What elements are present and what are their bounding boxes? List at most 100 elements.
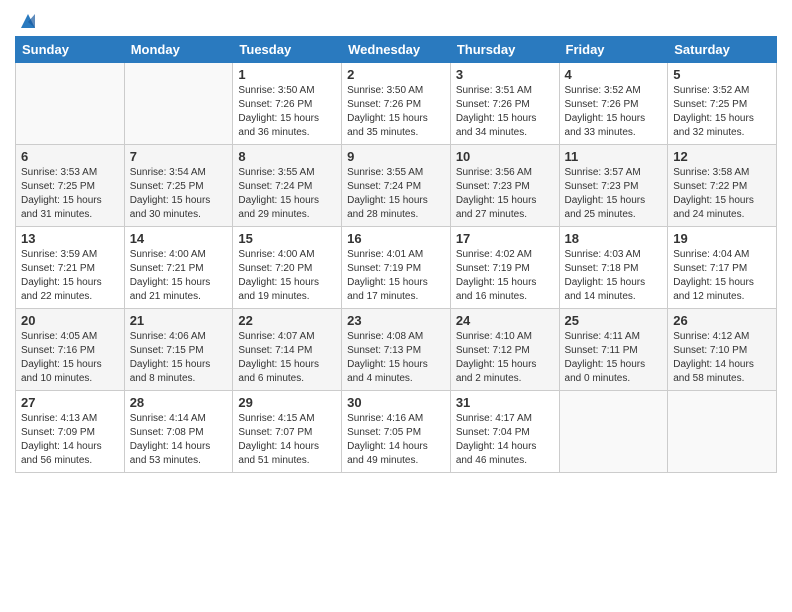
calendar-cell: 20 Sunrise: 4:05 AM Sunset: 7:16 PM Dayli… [16, 309, 125, 391]
day-number: 27 [21, 395, 119, 410]
header-friday: Friday [559, 37, 668, 63]
calendar-cell: 30 Sunrise: 4:16 AM Sunset: 7:05 PM Dayli… [342, 391, 451, 473]
day-info: Sunrise: 4:05 AM Sunset: 7:16 PM Dayligh… [21, 330, 119, 386]
day-info: Sunrise: 3:50 AM Sunset: 7:26 PM Dayligh… [347, 84, 445, 140]
day-number: 18 [565, 231, 663, 246]
calendar-cell [559, 391, 668, 473]
calendar-week-3: 13 Sunrise: 3:59 AM Sunset: 7:21 PM Dayli… [16, 227, 777, 309]
day-number: 3 [456, 67, 554, 82]
day-info: Sunrise: 3:53 AM Sunset: 7:25 PM Dayligh… [21, 166, 119, 222]
day-info: Sunrise: 4:00 AM Sunset: 7:21 PM Dayligh… [130, 248, 228, 304]
day-number: 7 [130, 149, 228, 164]
day-number: 20 [21, 313, 119, 328]
day-info: Sunrise: 4:03 AM Sunset: 7:18 PM Dayligh… [565, 248, 663, 304]
day-info: Sunrise: 3:56 AM Sunset: 7:23 PM Dayligh… [456, 166, 554, 222]
calendar-cell: 4 Sunrise: 3:52 AM Sunset: 7:26 PM Daylig… [559, 63, 668, 145]
calendar-header-row: SundayMondayTuesdayWednesdayThursdayFrid… [16, 37, 777, 63]
header-wednesday: Wednesday [342, 37, 451, 63]
calendar-cell: 11Sunrise: 3:57 AM Sunset: 7:23 PM Dayli… [559, 145, 668, 227]
calendar-cell: 14 Sunrise: 4:00 AM Sunset: 7:21 PM Dayli… [124, 227, 233, 309]
day-info: Sunrise: 4:15 AM Sunset: 7:07 PM Dayligh… [238, 412, 336, 468]
calendar-cell: 1 Sunrise: 3:50 AM Sunset: 7:26 PM Daylig… [233, 63, 342, 145]
calendar-cell [16, 63, 125, 145]
calendar-cell: 3 Sunrise: 3:51 AM Sunset: 7:26 PM Daylig… [450, 63, 559, 145]
day-number: 2 [347, 67, 445, 82]
day-number: 26 [673, 313, 771, 328]
calendar-cell: 12Sunrise: 3:58 AM Sunset: 7:22 PM Dayli… [668, 145, 777, 227]
calendar-cell: 23 Sunrise: 4:08 AM Sunset: 7:13 PM Dayli… [342, 309, 451, 391]
day-number: 29 [238, 395, 336, 410]
header-thursday: Thursday [450, 37, 559, 63]
day-number: 9 [347, 149, 445, 164]
calendar-cell: 6 Sunrise: 3:53 AM Sunset: 7:25 PM Daylig… [16, 145, 125, 227]
day-info: Sunrise: 3:52 AM Sunset: 7:25 PM Dayligh… [673, 84, 771, 140]
day-number: 11 [565, 149, 663, 164]
header-saturday: Saturday [668, 37, 777, 63]
day-number: 1 [238, 67, 336, 82]
day-info: Sunrise: 4:08 AM Sunset: 7:13 PM Dayligh… [347, 330, 445, 386]
day-info: Sunrise: 4:14 AM Sunset: 7:08 PM Dayligh… [130, 412, 228, 468]
day-number: 13 [21, 231, 119, 246]
calendar-week-1: 1 Sunrise: 3:50 AM Sunset: 7:26 PM Daylig… [16, 63, 777, 145]
day-number: 8 [238, 149, 336, 164]
day-number: 21 [130, 313, 228, 328]
calendar-cell: 24Sunrise: 4:10 AM Sunset: 7:12 PM Dayli… [450, 309, 559, 391]
logo [15, 10, 39, 28]
day-info: Sunrise: 4:11 AM Sunset: 7:11 PM Dayligh… [565, 330, 663, 386]
calendar-cell: 10 Sunrise: 3:56 AM Sunset: 7:23 PM Dayli… [450, 145, 559, 227]
calendar-cell [668, 391, 777, 473]
day-number: 14 [130, 231, 228, 246]
day-number: 30 [347, 395, 445, 410]
day-info: Sunrise: 3:59 AM Sunset: 7:21 PM Dayligh… [21, 248, 119, 304]
calendar-cell: 16Sunrise: 4:01 AM Sunset: 7:19 PM Dayli… [342, 227, 451, 309]
day-number: 31 [456, 395, 554, 410]
day-info: Sunrise: 4:02 AM Sunset: 7:19 PM Dayligh… [456, 248, 554, 304]
calendar-cell: 21 Sunrise: 4:06 AM Sunset: 7:15 PM Dayli… [124, 309, 233, 391]
day-number: 5 [673, 67, 771, 82]
day-info: Sunrise: 3:52 AM Sunset: 7:26 PM Dayligh… [565, 84, 663, 140]
calendar-cell: 13 Sunrise: 3:59 AM Sunset: 7:21 PM Dayli… [16, 227, 125, 309]
day-number: 15 [238, 231, 336, 246]
calendar-week-4: 20 Sunrise: 4:05 AM Sunset: 7:16 PM Dayli… [16, 309, 777, 391]
day-info: Sunrise: 4:13 AM Sunset: 7:09 PM Dayligh… [21, 412, 119, 468]
header-sunday: Sunday [16, 37, 125, 63]
calendar-cell: 5 Sunrise: 3:52 AM Sunset: 7:25 PM Daylig… [668, 63, 777, 145]
calendar-cell: 27 Sunrise: 4:13 AM Sunset: 7:09 PM Dayli… [16, 391, 125, 473]
day-number: 22 [238, 313, 336, 328]
calendar-cell: 25Sunrise: 4:11 AM Sunset: 7:11 PM Dayli… [559, 309, 668, 391]
day-info: Sunrise: 4:17 AM Sunset: 7:04 PM Dayligh… [456, 412, 554, 468]
day-number: 17 [456, 231, 554, 246]
calendar-week-2: 6 Sunrise: 3:53 AM Sunset: 7:25 PM Daylig… [16, 145, 777, 227]
calendar-cell: 26 Sunrise: 4:12 AM Sunset: 7:10 PM Dayli… [668, 309, 777, 391]
calendar-cell: 15 Sunrise: 4:00 AM Sunset: 7:20 PM Dayli… [233, 227, 342, 309]
day-info: Sunrise: 3:51 AM Sunset: 7:26 PM Dayligh… [456, 84, 554, 140]
day-info: Sunrise: 4:07 AM Sunset: 7:14 PM Dayligh… [238, 330, 336, 386]
calendar-week-5: 27 Sunrise: 4:13 AM Sunset: 7:09 PM Dayli… [16, 391, 777, 473]
calendar-cell: 18 Sunrise: 4:03 AM Sunset: 7:18 PM Dayli… [559, 227, 668, 309]
day-info: Sunrise: 4:04 AM Sunset: 7:17 PM Dayligh… [673, 248, 771, 304]
calendar-cell: 19 Sunrise: 4:04 AM Sunset: 7:17 PM Dayli… [668, 227, 777, 309]
day-info: Sunrise: 3:54 AM Sunset: 7:25 PM Dayligh… [130, 166, 228, 222]
day-number: 4 [565, 67, 663, 82]
page-header [15, 10, 777, 28]
calendar-cell: 31 Sunrise: 4:17 AM Sunset: 7:04 PM Dayli… [450, 391, 559, 473]
day-number: 10 [456, 149, 554, 164]
calendar-cell: 2 Sunrise: 3:50 AM Sunset: 7:26 PM Daylig… [342, 63, 451, 145]
page-container: SundayMondayTuesdayWednesdayThursdayFrid… [0, 0, 792, 483]
day-info: Sunrise: 3:55 AM Sunset: 7:24 PM Dayligh… [347, 166, 445, 222]
day-number: 24 [456, 313, 554, 328]
calendar-cell: 8 Sunrise: 3:55 AM Sunset: 7:24 PM Daylig… [233, 145, 342, 227]
day-number: 28 [130, 395, 228, 410]
day-number: 6 [21, 149, 119, 164]
day-info: Sunrise: 4:00 AM Sunset: 7:20 PM Dayligh… [238, 248, 336, 304]
day-info: Sunrise: 4:12 AM Sunset: 7:10 PM Dayligh… [673, 330, 771, 386]
day-info: Sunrise: 4:16 AM Sunset: 7:05 PM Dayligh… [347, 412, 445, 468]
header-tuesday: Tuesday [233, 37, 342, 63]
day-number: 19 [673, 231, 771, 246]
day-info: Sunrise: 4:06 AM Sunset: 7:15 PM Dayligh… [130, 330, 228, 386]
day-info: Sunrise: 3:50 AM Sunset: 7:26 PM Dayligh… [238, 84, 336, 140]
day-info: Sunrise: 3:55 AM Sunset: 7:24 PM Dayligh… [238, 166, 336, 222]
calendar-cell [124, 63, 233, 145]
day-number: 23 [347, 313, 445, 328]
calendar-table: SundayMondayTuesdayWednesdayThursdayFrid… [15, 36, 777, 473]
